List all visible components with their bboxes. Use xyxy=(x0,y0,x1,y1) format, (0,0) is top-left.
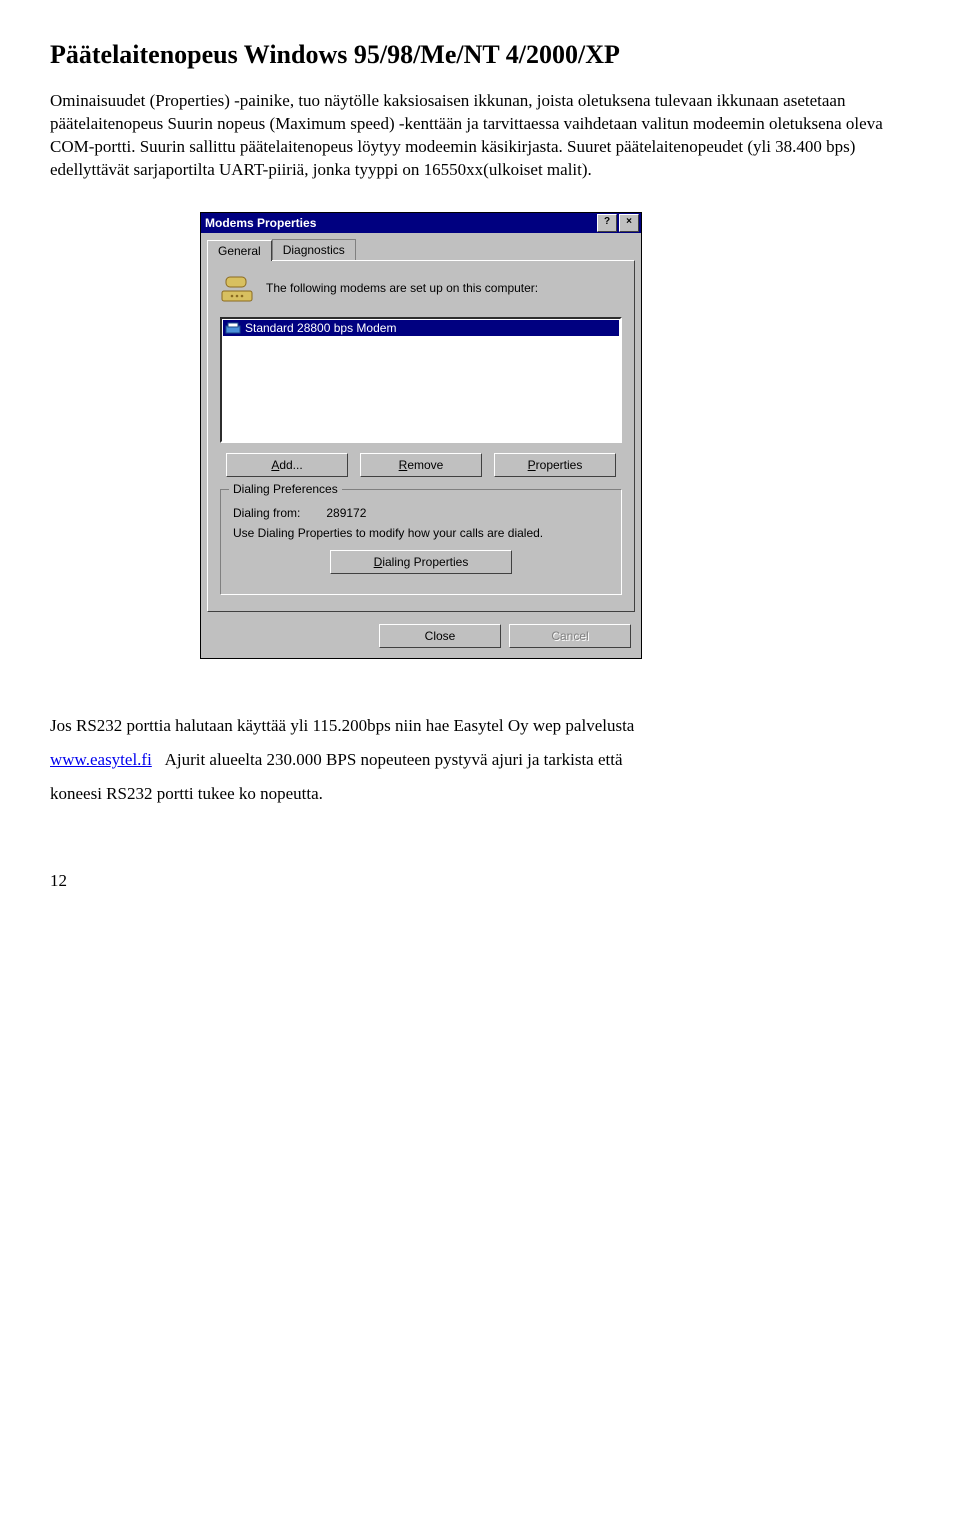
dialog-titlebar[interactable]: Modems Properties ? × xyxy=(201,213,641,233)
list-item[interactable]: Standard 28800 bps Modem xyxy=(223,320,619,336)
tab-general[interactable]: General xyxy=(207,240,272,261)
close-button[interactable]: Close xyxy=(379,624,501,648)
easytel-link[interactable]: www.easytel.fi xyxy=(50,750,152,769)
dialog-bottom-buttons: Close Cancel xyxy=(201,618,641,658)
dialog-title: Modems Properties xyxy=(205,216,595,230)
dialing-preferences-group: Dialing Preferences Dialing from: 289172… xyxy=(220,489,622,595)
list-button-row: Add... Remove Properties xyxy=(220,453,622,477)
properties-button[interactable]: Properties xyxy=(494,453,616,477)
cancel-button[interactable]: Cancel xyxy=(509,624,631,648)
tab-diagnostics[interactable]: Diagnostics xyxy=(272,239,356,260)
tab-row: General Diagnostics xyxy=(207,239,635,260)
groupbox-label: Dialing Preferences xyxy=(229,482,342,496)
paragraph-1: Ominaisuudet (Properties) -painike, tuo … xyxy=(50,90,910,182)
modem-listbox[interactable]: Standard 28800 bps Modem xyxy=(220,317,622,443)
dialing-from-value: 289172 xyxy=(326,506,366,520)
close-icon[interactable]: × xyxy=(619,214,639,232)
remove-button[interactable]: Remove xyxy=(360,453,482,477)
dialing-hint: Use Dialing Properties to modify how you… xyxy=(233,526,609,540)
page-heading: Päätelaitenopeus Windows 95/98/Me/NT 4/2… xyxy=(50,40,910,70)
dialing-from-label: Dialing from: xyxy=(233,506,323,520)
info-text: The following modems are set up on this … xyxy=(266,281,538,295)
page-number: 12 xyxy=(50,871,910,891)
modem-icon xyxy=(225,321,241,335)
dialing-properties-button[interactable]: Dialing Properties xyxy=(330,550,512,574)
list-item-label: Standard 28800 bps Modem xyxy=(245,321,396,335)
paragraph-2: Jos RS232 porttia halutaan käyttää yli 1… xyxy=(50,709,910,811)
add-button[interactable]: Add... xyxy=(226,453,348,477)
modems-properties-dialog: Modems Properties ? × General Diagnostic… xyxy=(200,212,642,659)
tab-panel-general: The following modems are set up on this … xyxy=(207,260,635,612)
phone-icon xyxy=(220,271,254,305)
help-button[interactable]: ? xyxy=(597,214,617,232)
